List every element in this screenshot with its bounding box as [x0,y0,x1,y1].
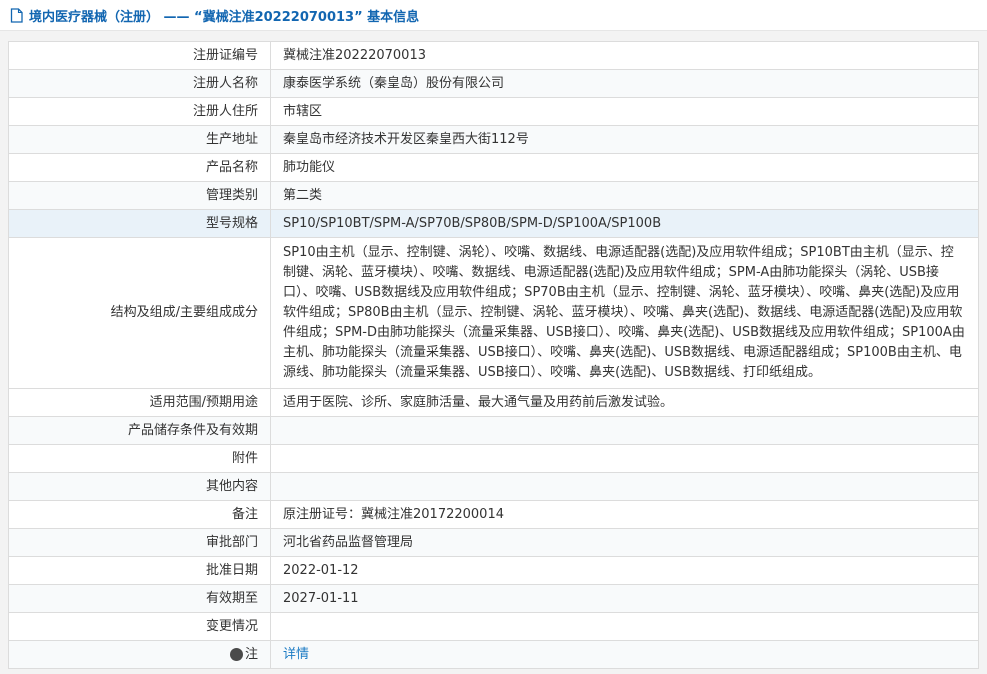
row-label: 产品名称 [9,154,271,181]
row-value: 适用于医院、诊所、家庭肺活量、最大通气量及用药前后激发试验。 [271,389,978,416]
table-row-reg-number: 注册证编号 冀械注准20222070013 [9,42,978,70]
row-value: 康泰医学系统（秦皇岛）股份有限公司 [271,70,978,97]
note-icon [230,648,243,661]
row-label: 结构及组成/主要组成成分 [9,238,271,388]
registration-detail-page: 境内医疗器械（注册） —— “冀械注准20222070013” 基本信息 注册证… [0,0,987,674]
row-value: 市辖区 [271,98,978,125]
note-label: 注 [245,645,258,665]
row-label: 适用范围/预期用途 [9,389,271,416]
row-value: SP10/SP10BT/SPM-A/SP70B/SP80B/SPM-D/SP10… [271,210,978,237]
row-label: 备注 [9,501,271,528]
row-value: 冀械注准20222070013 [271,42,978,69]
row-value [271,445,978,472]
row-label: 附件 [9,445,271,472]
row-label: 产品储存条件及有效期 [9,417,271,444]
row-value [271,613,978,640]
row-value [271,473,978,500]
row-label: 有效期至 [9,585,271,612]
row-label: 注 [9,641,271,668]
table-row-attachment: 附件 [9,445,978,473]
row-value [271,417,978,444]
table-row-management-class: 管理类别 第二类 [9,182,978,210]
row-value: SP10由主机（显示、控制键、涡轮）、咬嘴、数据线、电源适配器(选配)及应用软件… [271,238,978,388]
table-row-storage-validity: 产品储存条件及有效期 [9,417,978,445]
table-row-registrant-name: 注册人名称 康泰医学系统（秦皇岛）股份有限公司 [9,70,978,98]
document-icon [10,8,23,23]
table-row-product-name: 产品名称 肺功能仪 [9,154,978,182]
table-row-model-spec: 型号规格 SP10/SP10BT/SPM-A/SP70B/SP80B/SPM-D… [9,210,978,238]
info-table: 注册证编号 冀械注准20222070013 注册人名称 康泰医学系统（秦皇岛）股… [8,41,979,669]
table-row-production-address: 生产地址 秦皇岛市经济技术开发区秦皇西大街112号 [9,126,978,154]
row-label: 型号规格 [9,210,271,237]
table-row-intended-use: 适用范围/预期用途 适用于医院、诊所、家庭肺活量、最大通气量及用药前后激发试验。 [9,389,978,417]
table-row-registrant-address: 注册人住所 市辖区 [9,98,978,126]
row-label: 注册证编号 [9,42,271,69]
row-value: 2022-01-12 [271,557,978,584]
table-row-note: 注 详情 [9,641,978,669]
table-row-approval-date: 批准日期 2022-01-12 [9,557,978,585]
row-label: 批准日期 [9,557,271,584]
row-value: 肺功能仪 [271,154,978,181]
row-label: 生产地址 [9,126,271,153]
row-label: 变更情况 [9,613,271,640]
page-header: 境内医疗器械（注册） —— “冀械注准20222070013” 基本信息 [0,0,987,31]
row-value: 第二类 [271,182,978,209]
row-value: 秦皇岛市经济技术开发区秦皇西大街112号 [271,126,978,153]
row-label: 注册人住所 [9,98,271,125]
details-link[interactable]: 详情 [283,645,309,665]
row-value: 2027-01-11 [271,585,978,612]
table-row-approval-department: 审批部门 河北省药品监督管理局 [9,529,978,557]
row-value: 原注册证号：冀械注准20172200014 [271,501,978,528]
table-row-remark: 备注 原注册证号：冀械注准20172200014 [9,501,978,529]
row-value: 详情 [271,641,978,668]
table-row-composition: 结构及组成/主要组成成分 SP10由主机（显示、控制键、涡轮）、咬嘴、数据线、电… [9,238,978,389]
table-row-valid-until: 有效期至 2027-01-11 [9,585,978,613]
table-row-other-content: 其他内容 [9,473,978,501]
table-row-change-status: 变更情况 [9,613,978,641]
row-label: 注册人名称 [9,70,271,97]
page-title: 境内医疗器械（注册） —— “冀械注准20222070013” 基本信息 [29,6,419,25]
row-value: 河北省药品监督管理局 [271,529,978,556]
row-label: 审批部门 [9,529,271,556]
row-label: 其他内容 [9,473,271,500]
row-label: 管理类别 [9,182,271,209]
